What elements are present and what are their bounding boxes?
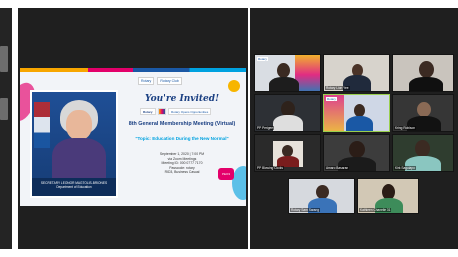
speaker-caption: SECRETARY LEONOR MAGTOLIS-BRIONES Depart… xyxy=(32,178,116,196)
zoom-meeting-window: SECRETARY LEONOR MAGTOLIS-BRIONES Depart… xyxy=(0,0,458,257)
left-edge-thumbnail xyxy=(0,46,8,72)
participant-tile[interactable]: Rotary Lion Yee xyxy=(323,54,390,92)
shared-screen-panel[interactable]: SECRETARY LEONOR MAGTOLIS-BRIONES Depart… xyxy=(18,8,248,249)
rotary-logo-row: Rotary Rotary Opens Opportunities xyxy=(140,108,212,115)
participant-name: Rotary Lion Yee xyxy=(325,86,350,90)
participant-name: Kring Robison xyxy=(394,126,417,130)
meeting-topic: "Topic: Education During the New Normal" xyxy=(135,136,229,141)
slide-color-bar xyxy=(20,68,246,72)
color-logo xyxy=(157,108,167,115)
decorative-shape xyxy=(228,80,240,92)
participant-tile[interactable]: PP Blowing Cocks xyxy=(254,134,321,172)
participant-name: PP Perigee xyxy=(256,126,275,130)
participant-tile[interactable]: PP Perigee xyxy=(254,94,321,132)
rotary-logo: Rotary xyxy=(257,57,268,61)
participant-tile[interactable]: Kathleen Chanelle 31 xyxy=(357,178,419,214)
left-edge-thumbnail xyxy=(0,98,8,120)
participant-tile-active-speaker[interactable]: Rotary xyxy=(323,94,390,132)
participant-name: Kathleen Chanelle 31 xyxy=(359,208,392,212)
rotary-wordmark: Rotary xyxy=(140,108,156,115)
participant-tile[interactable]: Kring Robison xyxy=(392,94,454,132)
sponsor-logos: Rotary Rotary Club xyxy=(138,76,182,85)
participant-name: Rotary Sam Sarang xyxy=(290,208,320,212)
speaker-photo: SECRETARY LEONOR MAGTOLIS-BRIONES Depart… xyxy=(30,90,118,198)
flag-graphic xyxy=(34,102,50,148)
left-screen-share-edge xyxy=(0,8,12,249)
speaker-portrait xyxy=(52,100,106,182)
participant-name: Kirk Saguiapo xyxy=(394,166,416,170)
rotary-logo: Rotary xyxy=(326,97,337,101)
meeting-title: 8th General Membership Meeting (Virtual) xyxy=(128,121,236,127)
rotary-logo: Rotary xyxy=(138,76,155,85)
invitation-slide: SECRETARY LEONOR MAGTOLIS-BRIONES Depart… xyxy=(20,68,246,206)
club-logo: Rotary Club xyxy=(157,76,182,85)
participant-tile[interactable] xyxy=(392,54,454,92)
participant-tile[interactable]: Kirk Saguiapo xyxy=(392,134,454,172)
participant-tile[interactable]: Rotary Sam Sarang xyxy=(288,178,355,214)
gallery-view-panel: Rotary Rotary Lion Yee PP Perigee Rotary… xyxy=(250,8,458,249)
participant-name: PP Blowing Cocks xyxy=(256,166,284,170)
invitation-heading: You're Invited! xyxy=(144,94,220,104)
participant-tile[interactable]: Rotary xyxy=(254,54,321,92)
participant-name: Amaro Basaran xyxy=(325,166,350,170)
rotary-opens-opportunities-logo: Rotary Opens Opportunities xyxy=(168,108,212,115)
participant-tile[interactable]: Amaro Basaran xyxy=(323,134,390,172)
speaker-role: Department of Education xyxy=(56,185,92,190)
club-badge: PEO3 xyxy=(218,168,234,180)
